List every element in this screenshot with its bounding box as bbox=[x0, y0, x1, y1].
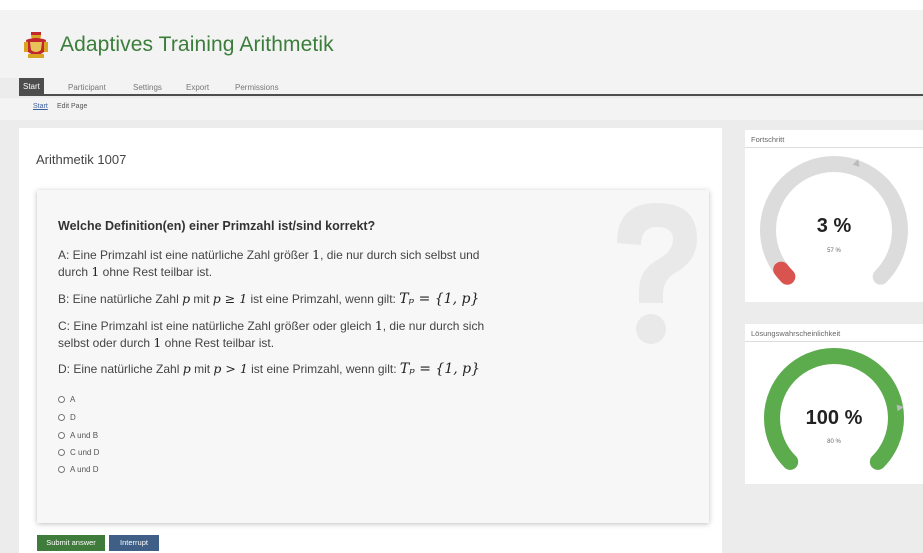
answer-option-label: A und D bbox=[70, 465, 99, 474]
question-heading: Welche Definition(en) einer Primzahl ist… bbox=[58, 219, 376, 233]
answer-option-a-und-b[interactable]: A und B bbox=[58, 430, 98, 442]
radio-unchecked-icon[interactable] bbox=[58, 466, 65, 473]
statement-a-line1: A: Eine Primzahl ist eine natürliche Zah… bbox=[58, 246, 588, 264]
statement-d-text2: mit bbox=[190, 362, 214, 376]
solution-probability-panel: Lösungswahrscheinlichkeit 100 % 80 % bbox=[745, 324, 923, 484]
answer-option-d[interactable]: D bbox=[58, 412, 76, 424]
statement-c-text2: selbst oder durch bbox=[58, 336, 154, 350]
crest-logo-icon bbox=[24, 32, 48, 58]
radio-unchecked-icon[interactable] bbox=[58, 396, 65, 403]
answer-option-label: A und B bbox=[70, 431, 99, 440]
progress-gauge-fill bbox=[773, 261, 796, 285]
question-mark-icon bbox=[617, 203, 697, 344]
answer-option-a-und-d[interactable]: A und D bbox=[58, 464, 98, 476]
app-title: Adaptives Training Arithmetik bbox=[60, 33, 334, 56]
radio-unchecked-icon[interactable] bbox=[58, 414, 65, 421]
math-set: Tₚ = {1, p} bbox=[399, 361, 481, 377]
progress-value: 3 % bbox=[816, 215, 852, 237]
top-strip bbox=[0, 0, 923, 10]
breadcrumb-start-link[interactable]: Start bbox=[33, 103, 48, 110]
math-var-p: p bbox=[182, 291, 191, 306]
math-var-p: p bbox=[182, 361, 191, 376]
tab-start[interactable]: Start bbox=[19, 78, 44, 96]
statement-b: B: Eine natürliche Zahl p mit p ≥ 1 ist … bbox=[58, 290, 588, 308]
submit-answer-button[interactable]: Submit answer bbox=[37, 535, 105, 551]
probability-title: Lösungswahrscheinlichkeit bbox=[751, 329, 841, 338]
statement-a-text-cont: , die nur durch sich selbst und bbox=[320, 248, 480, 262]
statement-c-text: C: Eine Primzahl ist eine natürliche Zah… bbox=[58, 319, 375, 333]
math-set: Tₚ = {1, p} bbox=[399, 291, 480, 307]
progress-subvalue: 57 % bbox=[827, 248, 841, 254]
probability-value: 100 % bbox=[805, 407, 863, 429]
divider bbox=[745, 147, 923, 148]
statement-c-line1: C: Eine Primzahl ist eine natürliche Zah… bbox=[58, 317, 588, 335]
radio-unchecked-icon[interactable] bbox=[58, 432, 65, 439]
answer-option-a[interactable]: A bbox=[58, 394, 75, 406]
statement-c-line2: selbst oder durch 1 ohne Rest teilbar is… bbox=[58, 334, 588, 352]
statement-d-text: D: Eine natürliche Zahl bbox=[58, 362, 183, 376]
statement-a-text3: ohne Rest teilbar ist. bbox=[99, 265, 213, 279]
answer-option-c-und-d[interactable]: C und D bbox=[58, 447, 99, 459]
progress-title: Fortschritt bbox=[751, 135, 785, 144]
page-title: Arithmetik 1007 bbox=[36, 152, 127, 167]
tab-settings[interactable]: Settings bbox=[129, 80, 166, 96]
statement-c-text3: ohne Rest teilbar ist. bbox=[161, 336, 275, 350]
math-condition: p ≥ 1 bbox=[212, 291, 248, 306]
statement-a-text: A: Eine Primzahl ist eine natürliche Zah… bbox=[58, 248, 313, 262]
answer-option-label: A bbox=[70, 395, 76, 404]
statement-d: D: Eine natürliche Zahl p mit p > 1 ist … bbox=[58, 360, 588, 378]
answer-option-label: D bbox=[70, 413, 76, 422]
statement-a-line2: durch 1 ohne Rest teilbar ist. bbox=[58, 263, 588, 281]
progress-panel: Fortschritt 3 % 57 % bbox=[745, 130, 923, 302]
statement-b-text: B: Eine natürliche Zahl bbox=[58, 292, 183, 306]
statement-b-text2: mit bbox=[190, 292, 213, 306]
statement-c-text-cont: , die nur durch sich bbox=[382, 319, 485, 333]
math-one: 1 bbox=[374, 318, 383, 333]
tab-permissions[interactable]: Permissions bbox=[231, 80, 283, 96]
math-one: 1 bbox=[312, 247, 321, 262]
tab-participant[interactable]: Participant bbox=[64, 80, 110, 96]
radio-unchecked-icon[interactable] bbox=[58, 449, 65, 456]
interrupt-button[interactable]: Interrupt bbox=[109, 535, 159, 551]
statement-b-text3: ist eine Primzahl, wenn gilt: bbox=[247, 292, 400, 306]
edit-page-link[interactable]: Edit Page bbox=[57, 103, 87, 110]
tab-export[interactable]: Export bbox=[182, 80, 213, 96]
main-navbar: Start Participant Settings Export Permis… bbox=[19, 78, 923, 96]
statement-a-text2: durch bbox=[58, 265, 92, 279]
math-condition: p > 1 bbox=[213, 361, 248, 376]
probability-subvalue: 80 % bbox=[827, 439, 841, 445]
answer-option-label: C und D bbox=[70, 448, 100, 457]
statement-d-text3: ist eine Primzahl, wenn gilt: bbox=[247, 362, 400, 376]
app-header: Adaptives Training Arithmetik bbox=[0, 10, 923, 78]
breadcrumb: Start Edit Page bbox=[0, 98, 923, 120]
divider bbox=[745, 341, 923, 342]
